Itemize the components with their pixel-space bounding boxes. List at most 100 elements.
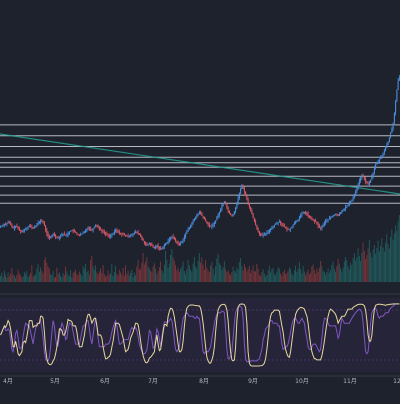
volume-bar <box>336 266 338 282</box>
candle-body <box>260 233 262 235</box>
volume-bar <box>363 250 365 282</box>
candle-body <box>223 201 225 204</box>
candle-body <box>267 232 269 233</box>
volume-bar <box>38 271 40 282</box>
candle-body <box>46 230 48 234</box>
volume-bar <box>353 253 355 282</box>
volume-bar <box>26 271 28 282</box>
grid <box>0 0 400 400</box>
candle-body <box>113 232 115 234</box>
volume-bar <box>0 275 2 282</box>
candle-body <box>396 89 398 102</box>
candle-body <box>17 227 19 229</box>
volume-bar <box>157 271 159 282</box>
volume-bar <box>222 267 224 282</box>
volume-bar <box>331 265 333 282</box>
volume-bar <box>263 273 265 282</box>
candle-body <box>73 231 75 232</box>
candle-body <box>261 234 263 236</box>
candle-body <box>81 233 83 235</box>
volume-bar <box>303 271 305 282</box>
volume-bar <box>161 270 163 282</box>
candle-body <box>262 235 264 236</box>
candle-body <box>257 228 259 232</box>
volume-bar <box>77 275 79 282</box>
volume-bar <box>348 269 350 282</box>
candle-body <box>108 235 110 237</box>
candle-body <box>245 191 247 196</box>
candle-body <box>10 223 12 225</box>
volume-bar <box>67 274 69 282</box>
candle-body <box>143 241 145 243</box>
volume-bar <box>356 257 358 282</box>
candle-body <box>23 229 25 231</box>
volume-bar <box>201 257 203 282</box>
volume-bar <box>337 258 339 282</box>
volume-bar <box>213 274 215 282</box>
volume-bar <box>148 268 150 282</box>
candle-body <box>151 244 153 246</box>
volume-bar <box>253 271 255 282</box>
volume-bar <box>210 265 212 282</box>
candle-body <box>63 233 65 235</box>
candle-body <box>232 214 234 216</box>
candle-body <box>391 128 393 133</box>
volume-bar <box>246 271 248 282</box>
volume-bar <box>247 268 249 282</box>
candle-body <box>356 187 358 192</box>
candle-body <box>57 237 59 239</box>
volume-bar <box>143 264 145 282</box>
volume-bar <box>125 265 127 282</box>
candle-body <box>55 234 57 237</box>
candle-body <box>237 197 239 204</box>
candle-body <box>165 243 167 246</box>
candle-body <box>5 223 7 225</box>
volume-bar <box>371 257 373 282</box>
volume-bar <box>387 243 389 282</box>
candle-body <box>366 181 368 184</box>
volume-bar <box>243 264 245 282</box>
x-tick-label: 7月 <box>148 378 158 385</box>
candle-body <box>336 214 338 215</box>
volume-bar <box>15 278 17 282</box>
volume-bar <box>273 273 275 282</box>
volume-bar <box>65 266 67 282</box>
volume-bar <box>258 274 260 282</box>
volume-bar <box>228 273 230 282</box>
x-tick-label: 5月 <box>50 378 60 385</box>
volume-bar <box>188 265 190 282</box>
candle-body <box>3 223 5 225</box>
candle-body <box>76 232 78 234</box>
chart[interactable]: 4月 5月 6月 7月 8月 9月 10月 11月 12 <box>0 0 400 400</box>
candle-body <box>320 227 322 229</box>
volume-bar <box>232 266 234 282</box>
volume-bar <box>192 263 194 282</box>
candle-body <box>265 233 267 235</box>
volume-bar <box>98 271 100 282</box>
candle-body <box>70 231 72 232</box>
volume-bar <box>380 246 382 282</box>
volume-bar <box>230 275 232 282</box>
candle-body <box>248 203 250 207</box>
volume-bar <box>138 269 140 282</box>
candle-body <box>367 183 369 185</box>
volume-bar <box>372 249 374 282</box>
volume-bar <box>311 266 313 282</box>
candle-body <box>175 239 177 241</box>
candle-body <box>196 214 198 218</box>
candle-body <box>173 237 175 240</box>
volume-bar <box>185 274 187 282</box>
candle-body <box>207 223 209 225</box>
candle-body <box>218 212 220 215</box>
volume-bar <box>117 275 119 282</box>
candle-body <box>120 232 122 234</box>
volume-bar <box>376 248 378 282</box>
volume-bar <box>193 256 195 282</box>
candlestick-chart[interactable]: 4月 5月 6月 7月 8月 9月 10月 11月 12 <box>0 0 400 400</box>
candle-body <box>345 206 347 209</box>
candle-body <box>385 147 387 151</box>
volume-bar <box>116 273 118 282</box>
volume-bar <box>383 251 385 282</box>
candle-body <box>273 224 275 227</box>
candle-body <box>277 222 279 223</box>
